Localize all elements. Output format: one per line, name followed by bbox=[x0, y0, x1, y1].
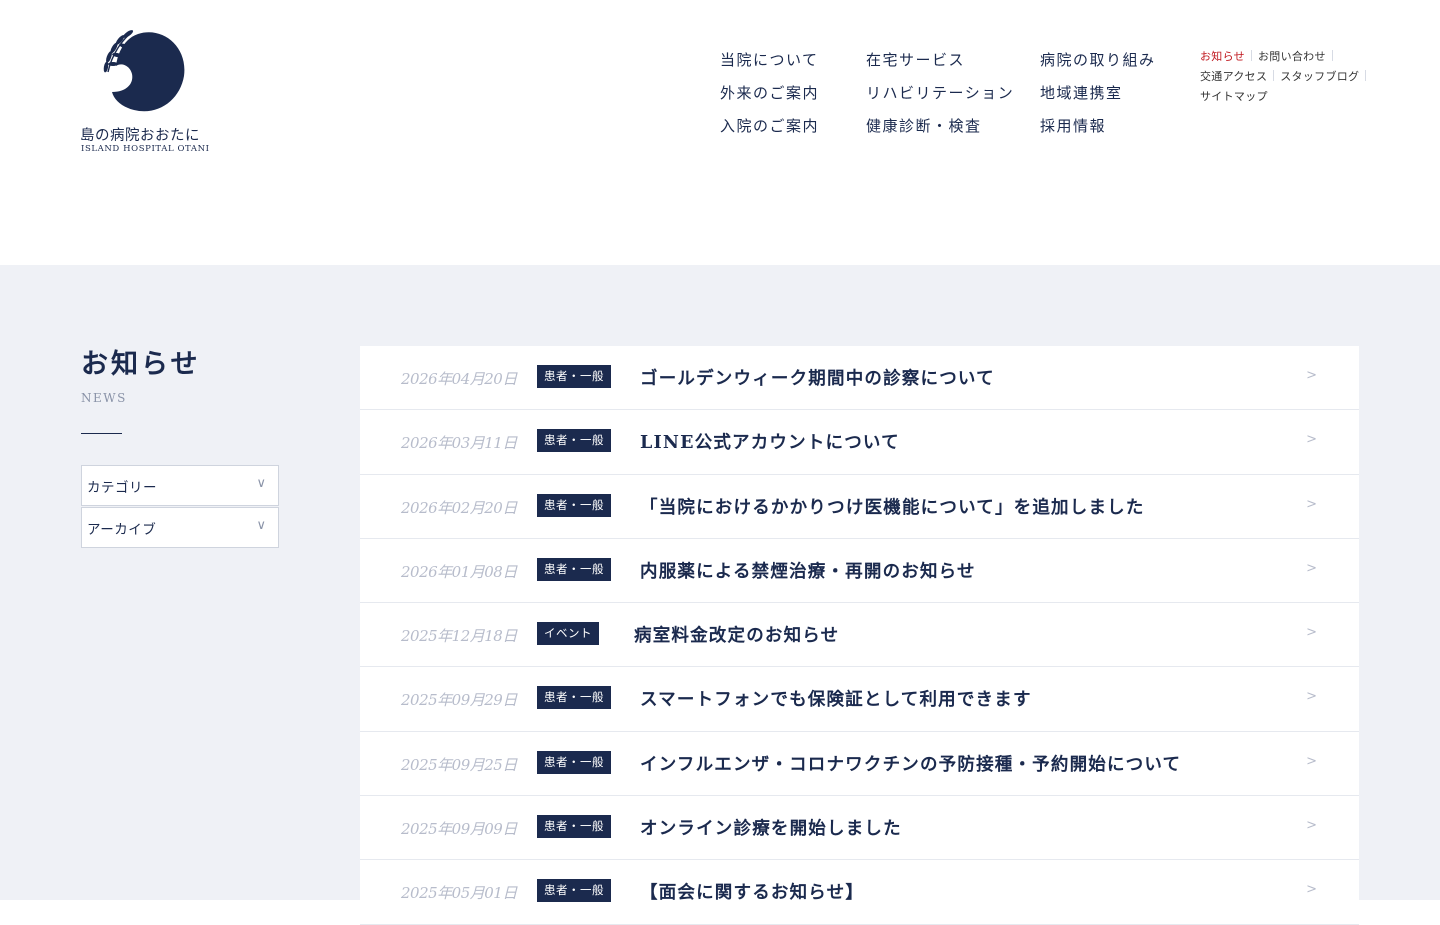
news-date: 2025年09月09日 bbox=[401, 820, 517, 839]
utility-nav: お知らせ お問い合わせ 交通アクセス スタッフブログ サイトマップ bbox=[1200, 46, 1367, 106]
subnav-divider bbox=[1365, 70, 1367, 81]
nav-outpatient[interactable]: 外来のご案内 bbox=[720, 81, 819, 114]
news-title: LINE公式アカウントについて bbox=[640, 433, 900, 454]
page-subtitle: NEWS bbox=[81, 391, 127, 405]
news-item[interactable]: 2026年02月20日 患者・一般 「当院におけるかかりつけ医機能について」を追… bbox=[360, 475, 1359, 539]
news-date: 2026年02月20日 bbox=[401, 498, 517, 517]
news-date: 2025年09月25日 bbox=[401, 755, 517, 774]
subnav-sitemap[interactable]: サイトマップ bbox=[1200, 90, 1268, 103]
category-badge: 患者・一般 bbox=[537, 557, 611, 581]
nav-initiatives[interactable]: 病院の取り組み bbox=[1040, 48, 1156, 81]
nav-health-checkup[interactable]: 健康診断・検査 bbox=[866, 114, 1014, 147]
subnav-divider bbox=[1250, 50, 1252, 61]
news-title: 「当院におけるかかりつけ医機能について」を追加しました bbox=[640, 497, 1145, 518]
arrow-right-icon: > bbox=[1306, 560, 1317, 576]
news-list: 2026年04月20日 患者・一般 ゴールデンウィーク期間中の診察について > … bbox=[360, 346, 1359, 925]
news-date: 2025年05月01日 bbox=[401, 884, 517, 903]
bird-logo-icon bbox=[103, 30, 185, 112]
subnav-divider bbox=[1331, 50, 1333, 61]
arrow-right-icon: > bbox=[1306, 689, 1317, 705]
news-title: 【面会に関するお知らせ】 bbox=[640, 883, 865, 904]
nav-home-services[interactable]: 在宅サービス bbox=[866, 48, 1014, 81]
news-date: 2026年04月20日 bbox=[401, 370, 517, 388]
news-item[interactable]: 2025年12月18日 イベント 病室料金改定のお知らせ > bbox=[360, 603, 1359, 668]
archive-label: アーカイブ bbox=[87, 522, 157, 538]
arrow-right-icon: > bbox=[1306, 625, 1317, 641]
logo-name-en: ISLAND HOSPITAL OTANI bbox=[81, 144, 210, 154]
site-logo[interactable]: 島の病院おおたに ISLAND HOSPITAL OTANI bbox=[80, 26, 210, 156]
news-date: 2025年12月18日 bbox=[401, 627, 517, 646]
nav-recruit[interactable]: 採用情報 bbox=[1040, 114, 1156, 147]
category-dropdown[interactable]: カテゴリー ∨ bbox=[81, 465, 279, 506]
arrow-right-icon: > bbox=[1306, 496, 1317, 512]
page-title: お知らせ bbox=[81, 349, 201, 380]
category-label: カテゴリー bbox=[87, 480, 157, 496]
category-badge: 患者・一般 bbox=[537, 879, 611, 903]
news-item[interactable]: 2025年09月09日 患者・一般 オンライン診療を開始しました > bbox=[360, 796, 1359, 861]
arrow-right-icon: > bbox=[1306, 818, 1317, 834]
arrow-right-icon: > bbox=[1306, 368, 1317, 383]
subnav-blog[interactable]: スタッフブログ bbox=[1280, 70, 1359, 83]
main-content: お知らせ NEWS カテゴリー ∨ アーカイブ ∨ 2026年04月20日 患者… bbox=[0, 265, 1440, 925]
category-badge: 患者・一般 bbox=[537, 750, 611, 774]
news-date: 2026年03月11日 bbox=[401, 434, 517, 453]
site-header: 島の病院おおたに ISLAND HOSPITAL OTANI 当院について 外来… bbox=[0, 0, 1440, 265]
arrow-right-icon: > bbox=[1306, 882, 1317, 898]
news-sidebar: お知らせ NEWS カテゴリー ∨ アーカイブ ∨ bbox=[81, 345, 279, 549]
news-title: 内服薬による禁煙治療・再開のお知らせ bbox=[640, 561, 976, 582]
logo-name-jp: 島の病院おおたに bbox=[80, 128, 200, 144]
gnav-column-3: 病院の取り組み 地域連携室 採用情報 bbox=[1040, 48, 1156, 147]
news-title: 病室料金改定のお知らせ bbox=[634, 626, 840, 647]
subnav-news[interactable]: お知らせ bbox=[1200, 50, 1245, 63]
news-item[interactable]: 2026年04月20日 患者・一般 ゴールデンウィーク期間中の診察について > bbox=[360, 346, 1359, 411]
news-item[interactable]: 2025年05月01日 患者・一般 【面会に関するお知らせ】 > bbox=[360, 860, 1359, 925]
category-badge: 患者・一般 bbox=[537, 429, 611, 453]
news-date: 2025年09月29日 bbox=[401, 691, 517, 710]
news-title: スマートフォンでも保険証として利用できます bbox=[640, 690, 1032, 711]
news-item[interactable]: 2025年09月29日 患者・一般 スマートフォンでも保険証として利用できます … bbox=[360, 667, 1359, 732]
nav-regional-liaison[interactable]: 地域連携室 bbox=[1040, 81, 1156, 114]
arrow-right-icon: > bbox=[1306, 432, 1317, 448]
news-item[interactable]: 2025年09月25日 患者・一般 インフルエンザ・コロナワクチンの予防接種・予… bbox=[360, 732, 1359, 797]
news-item[interactable]: 2026年01月08日 患者・一般 内服薬による禁煙治療・再開のお知らせ > bbox=[360, 539, 1359, 604]
subnav-divider bbox=[1273, 70, 1275, 81]
nav-rehabilitation[interactable]: リハビリテーション bbox=[866, 81, 1014, 114]
news-date: 2026年01月08日 bbox=[401, 562, 517, 581]
category-badge: 患者・一般 bbox=[537, 815, 611, 839]
chevron-down-icon: ∨ bbox=[256, 476, 266, 491]
subnav-access[interactable]: 交通アクセス bbox=[1200, 70, 1267, 83]
nav-inpatient[interactable]: 入院のご案内 bbox=[720, 114, 819, 147]
news-item[interactable]: 2026年03月11日 患者・一般 LINE公式アカウントについて > bbox=[360, 410, 1359, 475]
arrow-right-icon: > bbox=[1306, 753, 1317, 769]
category-badge: 患者・一般 bbox=[537, 493, 611, 517]
category-badge: 患者・一般 bbox=[537, 686, 611, 710]
title-divider bbox=[81, 433, 122, 434]
category-badge: イベント bbox=[537, 622, 599, 646]
gnav-column-1: 当院について 外来のご案内 入院のご案内 bbox=[720, 48, 819, 147]
nav-about[interactable]: 当院について bbox=[720, 48, 819, 81]
gnav-column-2: 在宅サービス リハビリテーション 健康診断・検査 bbox=[866, 48, 1014, 147]
category-badge: 患者・一般 bbox=[537, 365, 611, 388]
news-title: ゴールデンウィーク期間中の診察について bbox=[640, 369, 995, 389]
subnav-contact[interactable]: お問い合わせ bbox=[1258, 50, 1326, 63]
filter-group: カテゴリー ∨ アーカイブ ∨ bbox=[81, 465, 279, 548]
news-title: オンライン診療を開始しました bbox=[640, 819, 902, 840]
archive-dropdown[interactable]: アーカイブ ∨ bbox=[81, 507, 279, 548]
chevron-down-icon: ∨ bbox=[256, 518, 266, 533]
news-title: インフルエンザ・コロナワクチンの予防接種・予約開始について bbox=[640, 754, 1182, 775]
